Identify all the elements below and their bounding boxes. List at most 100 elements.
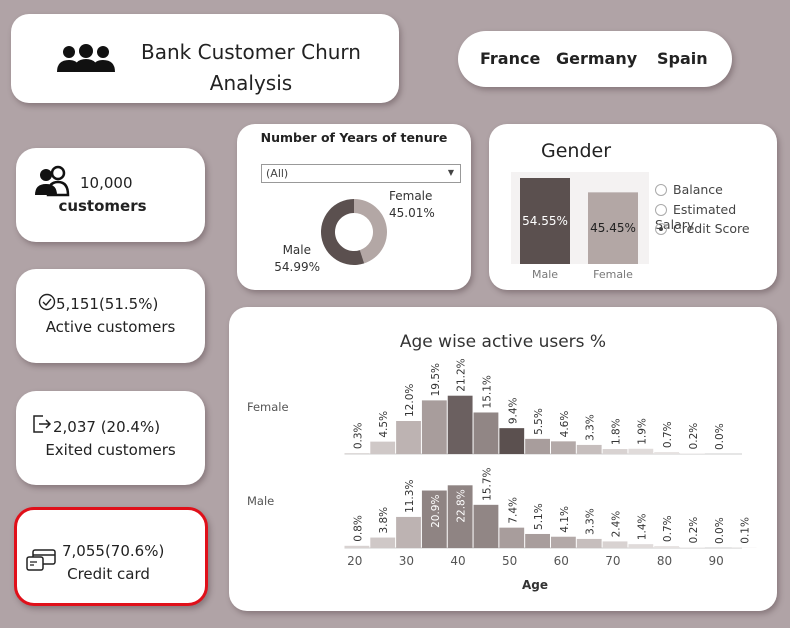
age-bar-label-female-33: 19.5% xyxy=(430,363,442,396)
exited-stat-card: 2,037 (20.4%) Exited customers xyxy=(16,391,205,485)
age-x-axis-label: Age xyxy=(522,578,548,592)
age-bar-label-male-68: 2.4% xyxy=(611,511,623,538)
age-bar-label-male-73: 1.4% xyxy=(636,513,648,540)
radio-unchecked-icon xyxy=(655,204,667,216)
age-bar-label-male-48: 7.4% xyxy=(507,497,519,524)
gender-bar-value-male: 54.55% xyxy=(522,214,568,228)
age-bar-label-female-23: 4.5% xyxy=(378,411,390,438)
age-chart-title: Age wise active users % xyxy=(400,332,606,352)
age-bar-male-78 xyxy=(654,546,680,548)
age-bar-label-male-93: 0.1% xyxy=(740,517,752,544)
age-bar-female-63 xyxy=(576,444,602,454)
age-bar-label-female-68: 1.8% xyxy=(611,418,623,445)
country-filter-card: France Germany Spain xyxy=(458,31,732,87)
gender-bar-value-female: 45.45% xyxy=(590,221,636,235)
check-circle-icon xyxy=(38,293,56,311)
age-row-label-male: Male xyxy=(247,494,274,508)
age-x-tick-60: 60 xyxy=(554,554,569,568)
age-bar-male-58 xyxy=(550,536,576,548)
age-bar-male-23 xyxy=(370,537,396,548)
customers-value: 10,000 xyxy=(80,174,133,192)
age-bar-female-73 xyxy=(628,448,654,454)
age-bar-label-female-83: 0.2% xyxy=(688,423,700,450)
age-bar-label-male-63: 3.3% xyxy=(585,508,597,535)
tenure-card: Number of Years of tenure (All) ▼ Female… xyxy=(237,124,471,290)
donut-label-female: Female xyxy=(389,189,432,203)
age-bar-female-43 xyxy=(473,412,499,454)
age-bar-female-23 xyxy=(370,441,396,454)
age-bar-female-53 xyxy=(525,438,550,454)
donut-value-female: 45.01% xyxy=(389,206,435,220)
gender-card: Gender 54.55% Male 45.45% Female Balance Es… xyxy=(489,124,777,290)
donut-label-male: Male xyxy=(283,243,311,257)
radio-balance[interactable]: Balance xyxy=(655,182,723,197)
age-bar-female-38 xyxy=(447,395,473,454)
age-bar-label-male-43: 15.7% xyxy=(481,467,493,500)
radio-credit-score-label: Credit Score xyxy=(673,221,750,236)
age-bar-female-78 xyxy=(654,452,680,454)
age-bar-male-43 xyxy=(473,504,499,548)
users-icon xyxy=(35,165,70,197)
age-bar-male-73 xyxy=(628,544,654,548)
age-bar-female-28 xyxy=(396,421,421,454)
age-bar-female-33 xyxy=(421,400,447,454)
tenure-title: Number of Years of tenure xyxy=(260,130,448,145)
radio-credit-score[interactable]: Credit Score xyxy=(655,221,750,236)
age-bar-female-58 xyxy=(550,441,576,454)
exit-icon xyxy=(33,415,52,433)
gender-donut-chart: Female 45.01% Male 54.99% xyxy=(274,189,435,274)
age-x-tick-30: 30 xyxy=(399,554,414,568)
radio-unchecked-icon xyxy=(655,184,667,196)
age-bar-male-63 xyxy=(576,538,602,548)
age-bar-label-female-18: 0.3% xyxy=(352,422,364,449)
age-bar-label-male-18: 0.8% xyxy=(352,515,364,542)
age-bar-male-83 xyxy=(680,547,705,548)
age-bar-label-male-23: 3.8% xyxy=(378,507,390,534)
country-germany-button[interactable]: Germany xyxy=(556,49,637,68)
radio-checked-icon xyxy=(655,223,667,235)
age-bar-label-female-38: 21.2% xyxy=(456,358,468,391)
age-bar-label-female-88: 0.0% xyxy=(714,423,726,450)
age-bar-female-18 xyxy=(344,453,370,454)
age-x-tick-50: 50 xyxy=(502,554,517,568)
age-bar-label-female-63: 3.3% xyxy=(585,414,597,441)
age-bar-male-53 xyxy=(525,533,550,548)
active-label: Active customers xyxy=(45,318,176,336)
active-stat-card: 5,151(51.5%) Active customers xyxy=(16,269,205,363)
exited-value: 2,037 (20.4%) xyxy=(53,418,161,436)
age-bar-female-68 xyxy=(602,449,628,454)
age-bar-male-18 xyxy=(344,545,370,548)
radio-balance-label: Balance xyxy=(673,182,723,197)
gender-bar-label-female: Female xyxy=(593,268,633,281)
users-icon xyxy=(57,44,115,72)
age-bar-label-male-38: 22.8% xyxy=(456,489,468,522)
title-card: Bank Customer Churn Analysis xyxy=(11,14,399,103)
age-bar-label-female-28: 12.0% xyxy=(404,384,416,417)
age-bar-male-68 xyxy=(602,541,628,548)
age-bar-female-48 xyxy=(499,428,525,454)
age-bar-label-male-78: 0.7% xyxy=(662,515,674,542)
age-bar-label-male-53: 5.1% xyxy=(533,503,545,530)
age-bar-label-female-58: 4.6% xyxy=(559,411,571,438)
age-bar-label-male-83: 0.2% xyxy=(688,517,700,544)
credit-card-stat-card[interactable]: 7,055(70.6%) Credit card xyxy=(14,507,208,606)
age-chart-card: Age wise active users % Female 0.3% 4.5% 12.… xyxy=(229,307,777,611)
country-spain-button[interactable]: Spain xyxy=(657,49,708,68)
age-bar-male-48 xyxy=(499,527,525,548)
customers-label: customers xyxy=(58,197,147,215)
credit-card-label: Credit card xyxy=(67,565,150,583)
exited-label: Exited customers xyxy=(45,441,176,459)
gender-bar-chart: 54.55% Male 45.45% Female xyxy=(511,172,649,281)
age-active-users-chart: Age wise active users % Female 0.3% 4.5% 12.… xyxy=(247,332,757,592)
customers-stat-card: 10,000 customers xyxy=(16,148,205,242)
age-bar-label-male-33: 20.9% xyxy=(430,495,442,528)
age-x-tick-40: 40 xyxy=(450,554,465,568)
age-bar-label-female-43: 15.1% xyxy=(481,375,493,408)
country-france-button[interactable]: France xyxy=(480,49,540,68)
age-bar-label-female-48: 9.4% xyxy=(507,397,519,424)
age-x-tick-80: 80 xyxy=(657,554,672,568)
gender-bar-label-male: Male xyxy=(532,268,558,281)
donut-value-male: 54.99% xyxy=(274,260,320,274)
age-row-label-female: Female xyxy=(247,400,289,414)
age-bar-label-male-28: 11.3% xyxy=(404,480,416,513)
